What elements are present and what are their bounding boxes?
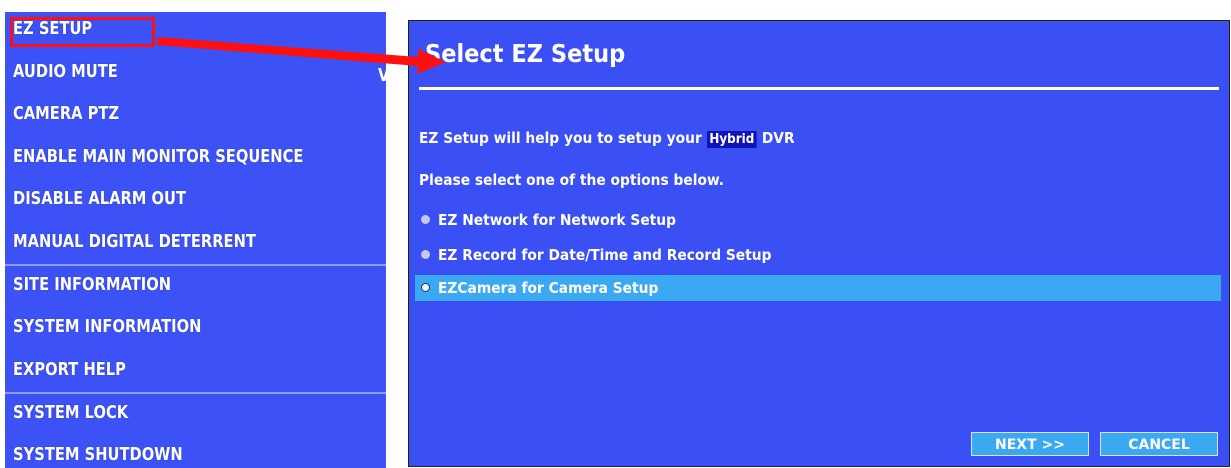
option-label: EZ Record for Date/Time and Record Setup <box>438 246 772 264</box>
menu-item-camera-ptz[interactable]: CAMERA PTZ <box>13 97 119 131</box>
dialog-title: Select EZ Setup <box>425 39 626 68</box>
option-label: EZ Network for Network Setup <box>438 211 676 229</box>
menu-divider <box>5 264 386 266</box>
hybrid-badge: Hybrid <box>706 131 758 148</box>
menu-item-enable-main-monitor-sequence[interactable]: ENABLE MAIN MONITOR SEQUENCE <box>13 140 303 174</box>
menu-item-audio-mute[interactable]: AUDIO MUTE <box>13 55 118 89</box>
option-ez-network[interactable]: EZ Network for Network Setup <box>417 207 697 233</box>
menu-item-ez-setup[interactable]: EZ SETUP <box>13 12 92 46</box>
menu-item-export-help[interactable]: EXPORT HELP <box>13 353 126 387</box>
screenshot-stage: EZ SETUP AUDIO MUTE V CAMERA PTZ ENABLE … <box>0 0 1231 468</box>
radio-bullet-icon <box>421 283 430 292</box>
menu-item-system-information[interactable]: SYSTEM INFORMATION <box>13 310 201 344</box>
menu-item-system-shutdown[interactable]: SYSTEM SHUTDOWN <box>13 438 183 468</box>
intro-suffix: DVR <box>761 129 795 147</box>
option-ez-camera[interactable]: EZCamera for Camera Setup <box>415 275 1221 301</box>
menu-item-disable-alarm-out[interactable]: DISABLE ALARM OUT <box>13 182 186 216</box>
option-label: EZCamera for Camera Setup <box>438 279 659 297</box>
audio-mute-indicator: V <box>378 59 386 93</box>
menu-divider <box>5 392 386 394</box>
cancel-button[interactable]: CANCEL <box>1100 432 1218 456</box>
instruction-text: Please select one of the options below. <box>419 171 725 189</box>
menu-item-system-lock[interactable]: SYSTEM LOCK <box>13 396 128 430</box>
intro-prefix: EZ Setup will help you to setup your <box>419 129 702 147</box>
title-divider <box>419 87 1219 90</box>
menu-item-site-information[interactable]: SITE INFORMATION <box>13 268 171 302</box>
option-ez-record[interactable]: EZ Record for Date/Time and Record Setup <box>417 242 800 268</box>
radio-bullet-icon <box>421 250 430 259</box>
radio-bullet-icon <box>421 215 430 224</box>
next-button[interactable]: NEXT >> <box>971 432 1089 456</box>
menu-item-manual-digital-deterrent[interactable]: MANUAL DIGITAL DETERRENT <box>13 225 256 259</box>
context-menu: EZ SETUP AUDIO MUTE V CAMERA PTZ ENABLE … <box>5 12 386 468</box>
intro-text: EZ Setup will help you to setup your Hyb… <box>419 129 795 148</box>
select-ez-setup-dialog: Select EZ Setup EZ Setup will help you t… <box>408 20 1230 467</box>
